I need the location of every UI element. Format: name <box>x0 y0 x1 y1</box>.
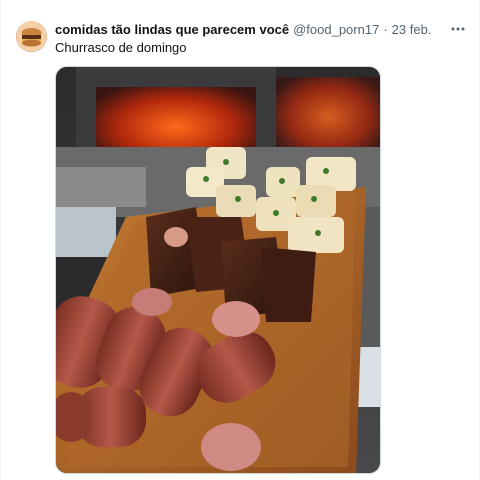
tweet-header: comidas tão lindas que parecem você @foo… <box>55 21 465 39</box>
more-horizontal-icon[interactable] <box>449 20 467 38</box>
display-name[interactable]: comidas tão lindas que parecem você <box>55 21 289 39</box>
barbecue-photo <box>56 67 380 473</box>
tweet-photo[interactable] <box>55 66 381 474</box>
avatar[interactable] <box>16 21 47 52</box>
separator-dot: · <box>383 22 388 37</box>
avatar-food-illustration <box>16 21 47 52</box>
tweet-text: Churrasco de domingo <box>55 40 187 55</box>
tweet-date[interactable]: 23 feb. <box>392 21 432 39</box>
user-handle[interactable]: @food_porn17 <box>293 21 379 39</box>
tweet-card[interactable]: comidas tão lindas que parecem você @foo… <box>0 0 480 480</box>
